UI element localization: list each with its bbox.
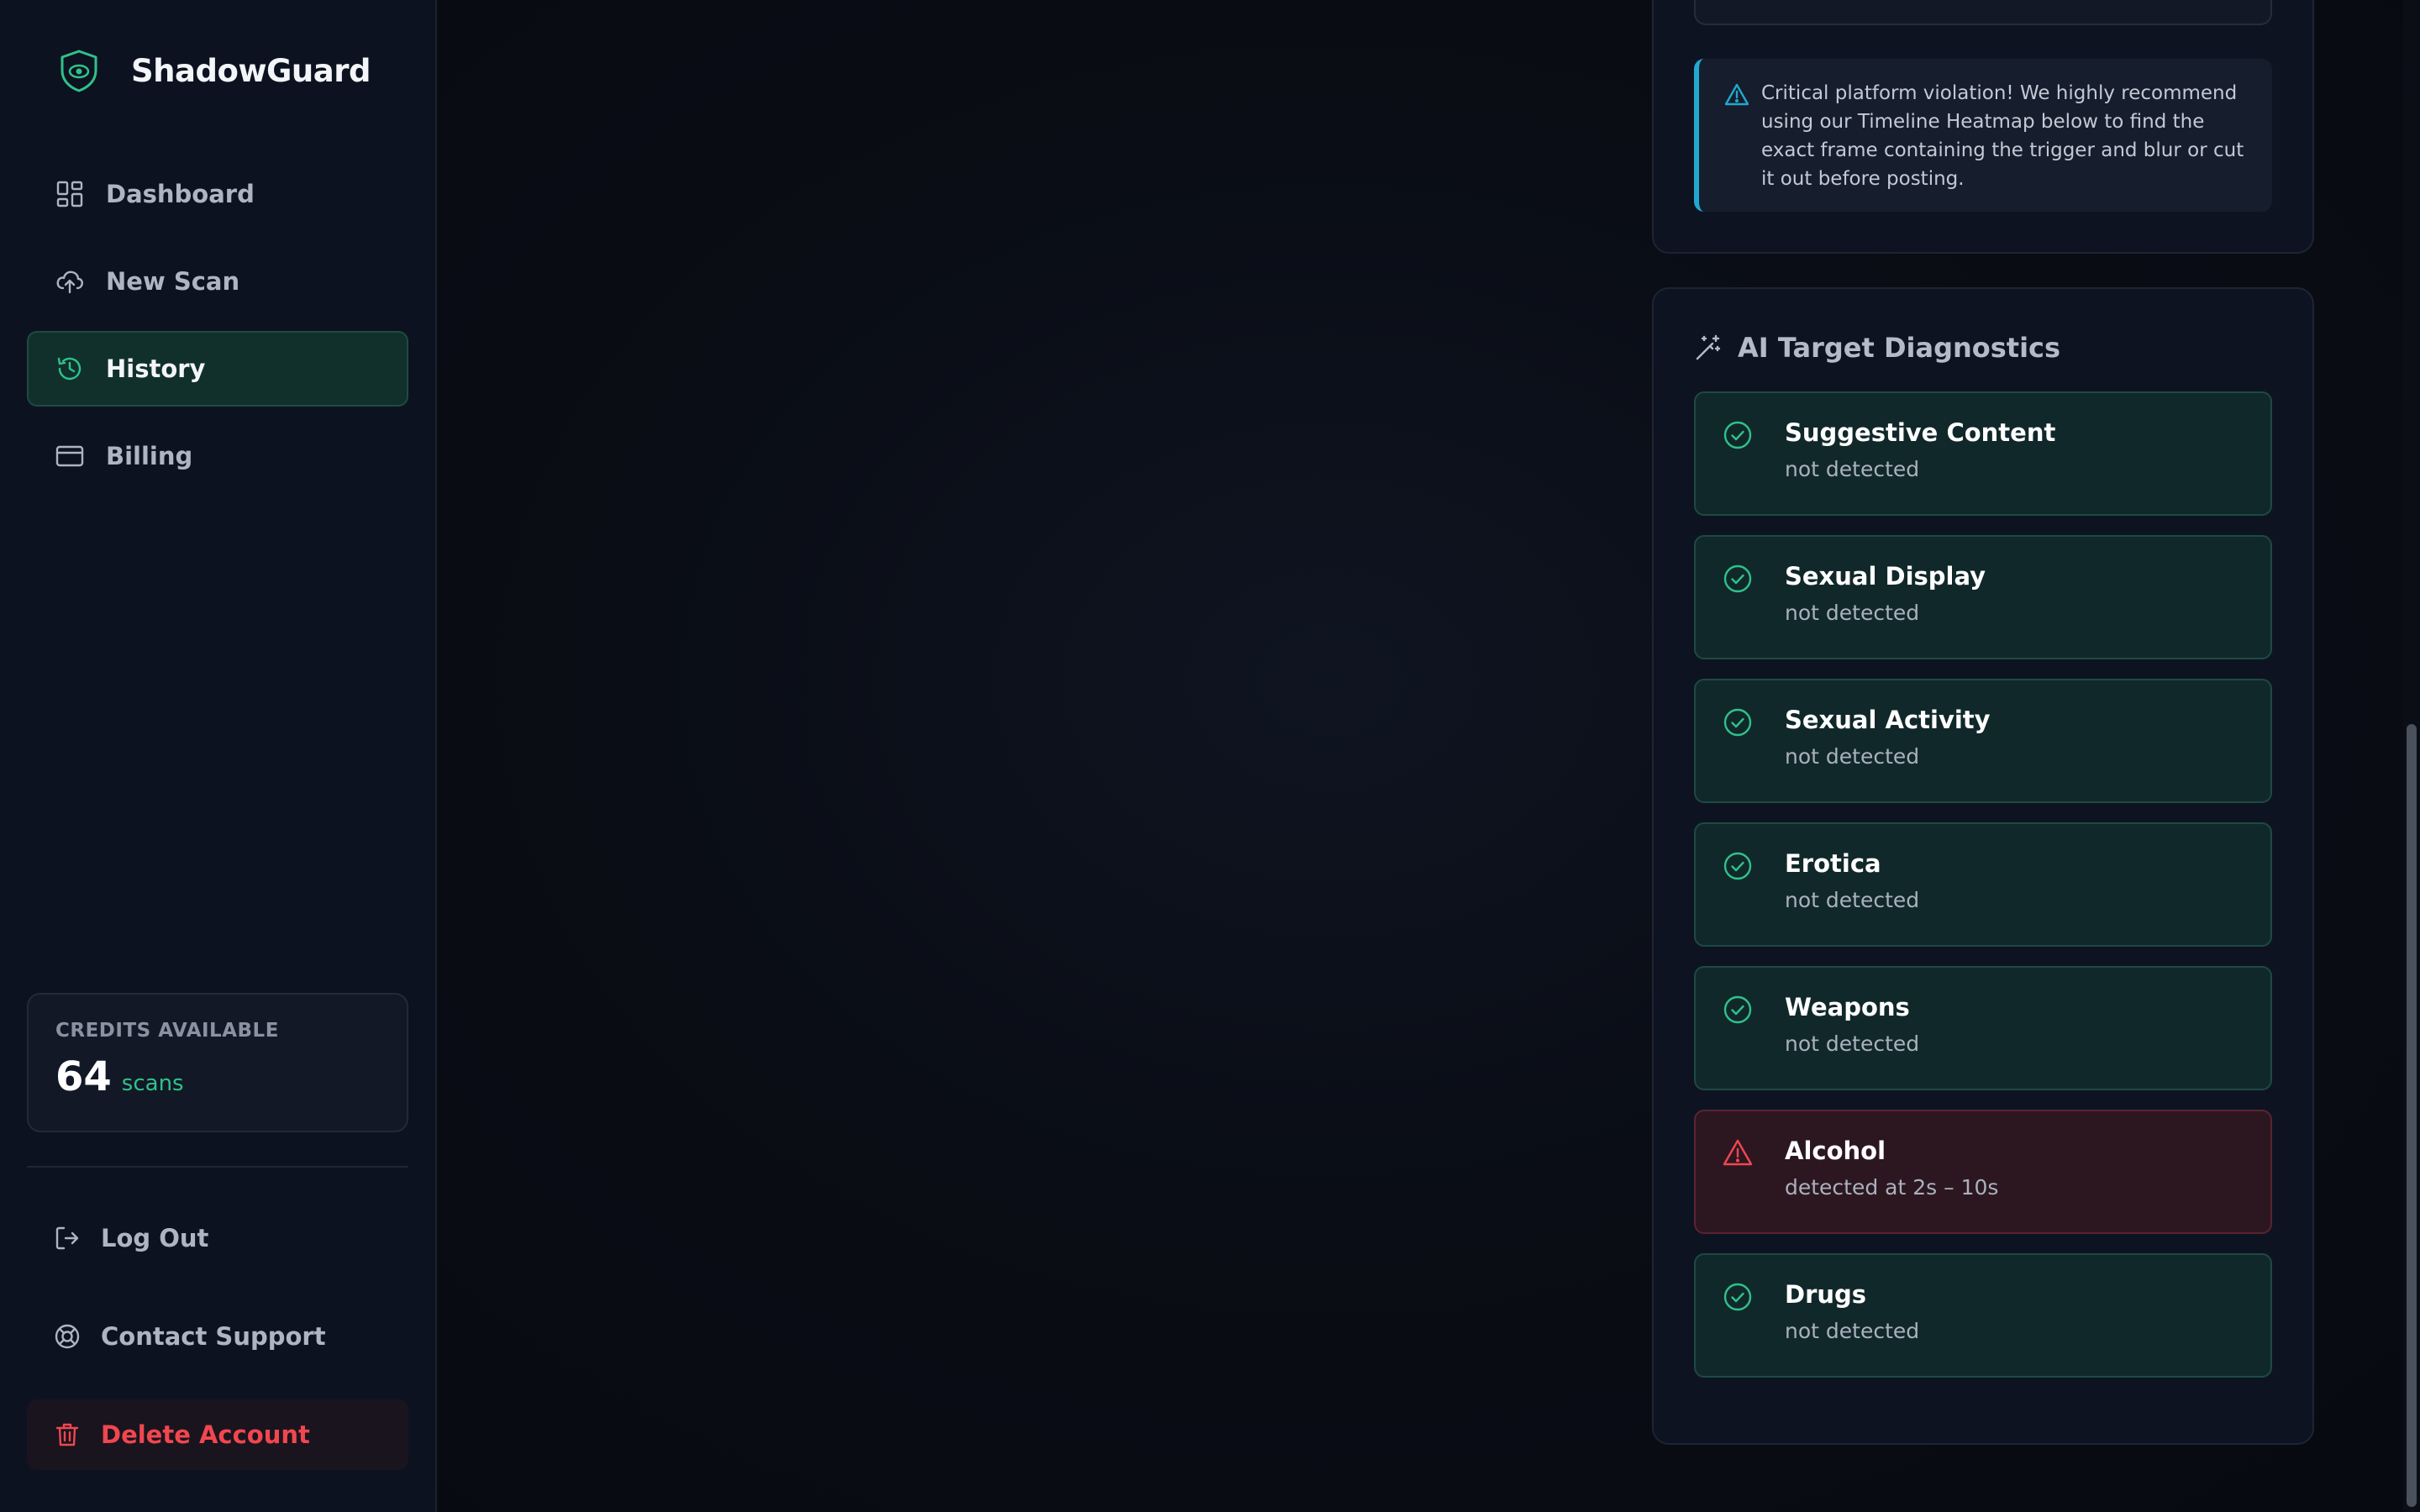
cloud-upload-icon — [56, 270, 83, 294]
diagnostic-status: not detected — [1785, 601, 1920, 625]
diagnostic-name: Weapons — [1785, 993, 1910, 1021]
brand[interactable]: ShadowGuard — [59, 49, 371, 92]
credits-title: CREDITS AVAILABLE — [55, 1020, 279, 1042]
diagnostic-name: Sexual Display — [1785, 562, 1986, 591]
sidebar-item-label: New Scan — [106, 267, 240, 296]
brand-name: ShadowGuard — [131, 52, 371, 89]
diagnostics-title: AI Target Diagnostics — [1738, 332, 2061, 364]
delete-account-button[interactable]: Delete Account — [27, 1399, 408, 1470]
diagnostic-name: Sexual Activity — [1785, 706, 1991, 734]
sidebar-nav: Dashboard New Scan History Billing — [27, 156, 408, 506]
credits-unit: scans — [121, 1071, 184, 1096]
contact-support-label: Contact Support — [101, 1322, 326, 1351]
check-circle-icon — [1723, 852, 1752, 880]
sidebar-item-label: Billing — [106, 442, 193, 470]
diagnostic-status: not detected — [1785, 888, 1920, 912]
sidebar-item-dashboard[interactable]: Dashboard — [27, 156, 408, 232]
history-icon — [57, 357, 82, 381]
alert-text: Critical platform violation! We highly r… — [1761, 82, 2244, 190]
warning-triangle-icon — [1723, 1139, 1753, 1166]
diagnostic-card-weapons: Weapons not detected — [1694, 966, 2272, 1090]
diagnostic-card-erotica: Erotica not detected — [1694, 822, 2272, 947]
check-circle-icon — [1723, 995, 1752, 1024]
diagnostics-header: AI Target Diagnostics — [1694, 329, 2060, 366]
contact-support-button[interactable]: Contact Support — [27, 1301, 408, 1372]
diagnostic-status: not detected — [1785, 1032, 1920, 1056]
trash-icon — [55, 1423, 79, 1446]
sidebar-item-billing[interactable]: Billing — [27, 418, 408, 494]
logout-icon — [55, 1226, 79, 1250]
sidebar: ShadowGuard Dashboard New Scan History B… — [0, 0, 437, 1512]
credit-card-icon — [55, 445, 84, 467]
delete-account-label: Delete Account — [101, 1420, 310, 1449]
diagnostic-name: Suggestive Content — [1785, 418, 2056, 447]
check-circle-icon — [1723, 421, 1752, 449]
scrollbar[interactable] — [2403, 0, 2420, 1512]
diagnostic-card-sexual-display: Sexual Display not detected — [1694, 535, 2272, 659]
diagnostic-card-suggestive-content: Suggestive Content not detected — [1694, 391, 2272, 516]
sidebar-item-new-scan[interactable]: New Scan — [27, 244, 408, 319]
diagnostic-status: not detected — [1785, 744, 1920, 769]
diagnostic-status: detected at 2s – 10s — [1785, 1175, 1999, 1200]
diagnostic-name: Drugs — [1785, 1280, 1867, 1309]
sidebar-divider — [27, 1166, 408, 1168]
diagnostic-status: not detected — [1785, 1319, 1920, 1343]
diagnostic-status: not detected — [1785, 457, 1920, 481]
diagnostic-name: Erotica — [1785, 849, 1881, 878]
dashboard-grid-icon — [56, 181, 83, 207]
diagnostic-name: Alcohol — [1785, 1137, 1886, 1165]
credits-count: 64 — [55, 1053, 112, 1100]
diagnostic-card-alcohol: Alcohol detected at 2s – 10s — [1694, 1110, 2272, 1234]
diagnostic-card-sexual-activity: Sexual Activity not detected — [1694, 679, 2272, 803]
sidebar-item-history[interactable]: History — [27, 331, 408, 407]
shield-logo-icon — [60, 50, 97, 92]
previous-card-edge — [1694, 0, 2272, 25]
warning-triangle-icon — [1724, 83, 1749, 106]
logout-label: Log Out — [101, 1224, 209, 1252]
sidebar-item-label: History — [106, 354, 206, 383]
check-circle-icon — [1723, 708, 1752, 737]
check-circle-icon — [1723, 564, 1752, 593]
diagnostic-card-drugs: Drugs not detected — [1694, 1253, 2272, 1378]
lifebuoy-icon — [55, 1324, 80, 1349]
sidebar-item-label: Dashboard — [106, 180, 255, 208]
scrollbar-thumb[interactable] — [2407, 724, 2417, 1507]
check-circle-icon — [1723, 1283, 1752, 1311]
logout-button[interactable]: Log Out — [27, 1203, 408, 1273]
credits-card: CREDITS AVAILABLE 64 scans — [27, 993, 408, 1132]
magic-wand-icon — [1696, 334, 1721, 360]
violation-alert: Critical platform violation! We highly r… — [1694, 59, 2272, 212]
